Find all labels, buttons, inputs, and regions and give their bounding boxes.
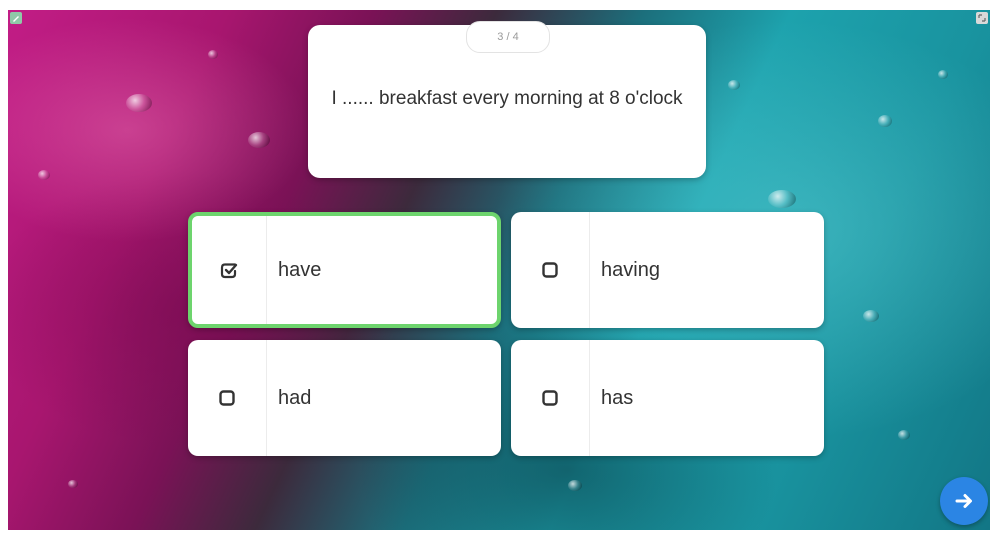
answer-option-has[interactable]: has [511,340,824,456]
question-card: 3 / 4 I ...... breakfast every morning a… [308,21,706,178]
water-drop [126,94,152,112]
next-button[interactable] [940,477,988,525]
option-check-column [192,216,267,324]
checked-box-icon [220,263,238,279]
edit-icon [10,12,22,24]
unchecked-box-icon [542,390,558,406]
water-drop [863,310,879,322]
option-check-column [511,340,590,456]
unchecked-box-icon [219,390,235,406]
water-drop [878,115,892,127]
question-counter: 3 / 4 [466,21,550,53]
option-label: have [278,258,322,281]
answer-option-having[interactable]: having [511,212,824,328]
unchecked-box-icon [542,262,558,278]
option-label: has [601,386,634,409]
option-check-column [188,340,267,456]
arrow-right-icon [955,494,972,508]
option-check-column [511,212,590,328]
water-drop [38,170,50,180]
answer-option-had[interactable]: had [188,340,501,456]
answer-option-have[interactable]: have [188,212,501,328]
water-drop [768,190,796,208]
water-drop [568,480,582,491]
question-text: I ...... breakfast every morning at 8 o'… [331,88,683,109]
fullscreen-icon[interactable] [976,12,988,24]
water-drop [68,480,78,488]
water-drop [728,80,740,90]
water-drop [248,132,270,148]
option-label: had [278,386,312,409]
water-drop [898,430,910,440]
water-drop [208,50,218,59]
option-label: having [601,258,660,281]
water-drop [938,70,948,79]
quiz-background: 3 / 4 I ...... breakfast every morning a… [8,10,990,530]
